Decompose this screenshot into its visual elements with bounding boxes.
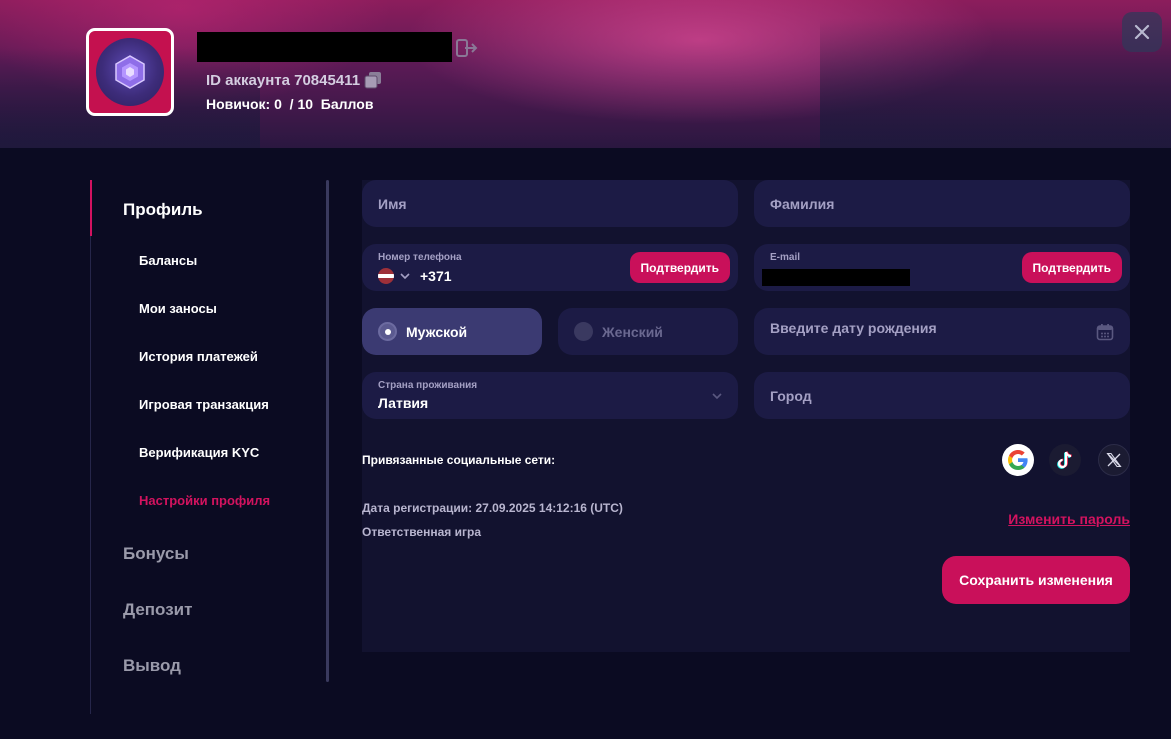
city-field[interactable]: Город xyxy=(754,372,1130,419)
save-changes-button[interactable]: Сохранить изменения xyxy=(942,556,1130,604)
sidebar-divider xyxy=(90,180,91,714)
latvia-flag-icon xyxy=(378,268,394,284)
avatar xyxy=(86,28,174,116)
sidebar-active-indicator xyxy=(90,180,92,236)
logout-icon[interactable] xyxy=(456,38,478,58)
chevron-down-icon xyxy=(712,393,722,400)
phone-field[interactable]: Номер телефона +371 Подтвердить xyxy=(362,244,738,291)
sidebar-item-kyc[interactable]: Верификация KYC xyxy=(139,445,259,460)
phone-label: Номер телефона xyxy=(378,252,462,263)
registration-date: Дата регистрации: 27.09.2025 14:12:16 (U… xyxy=(362,501,623,515)
sidebar-item-my-wins[interactable]: Мои заносы xyxy=(139,301,217,316)
profile-settings-panel: Имя Фамилия Номер телефона +371 Подтверд… xyxy=(362,180,1130,652)
header-scenery-right xyxy=(820,18,1171,148)
phone-code: +371 xyxy=(420,268,452,284)
chevron-down-icon xyxy=(400,273,410,280)
account-id: ID аккаунта 70845411 xyxy=(206,71,382,89)
email-value-redacted xyxy=(762,269,910,286)
account-id-text: ID аккаунта 70845411 xyxy=(206,71,361,89)
country-value: Латвия xyxy=(378,395,429,411)
birthdate-field[interactable]: Введите дату рождения xyxy=(754,308,1130,355)
linked-social-label: Привязанные социальные сети: xyxy=(362,453,556,467)
sidebar-item-profile-settings[interactable]: Настройки профиля xyxy=(139,493,270,508)
first-name-placeholder: Имя xyxy=(378,196,407,212)
radio-unselected-icon xyxy=(574,322,593,341)
email-field[interactable]: E-mail Подтвердить xyxy=(754,244,1130,291)
country-select[interactable]: Страна проживания Латвия xyxy=(362,372,738,419)
responsible-game-link[interactable]: Ответственная игра xyxy=(362,525,481,539)
calendar-icon[interactable] xyxy=(1096,323,1114,341)
birthdate-placeholder: Введите дату рождения xyxy=(770,320,937,336)
sidebar-item-balances[interactable]: Балансы xyxy=(139,253,197,268)
sidebar-item-game-transactions[interactable]: Игровая транзакция xyxy=(139,397,269,412)
gem-icon xyxy=(115,55,145,89)
google-icon[interactable] xyxy=(1002,444,1034,476)
phone-confirm-button[interactable]: Подтвердить xyxy=(629,252,730,283)
tiktok-icon[interactable] xyxy=(1049,444,1081,476)
gender-male-option[interactable]: Мужской xyxy=(362,308,542,355)
country-label: Страна проживания xyxy=(378,380,478,391)
change-password-link[interactable]: Изменить пароль xyxy=(1008,511,1130,527)
city-placeholder: Город xyxy=(770,388,812,404)
sidebar-item-profile[interactable]: Профиль xyxy=(123,200,203,220)
email-confirm-button[interactable]: Подтвердить xyxy=(1021,252,1122,283)
x-icon[interactable] xyxy=(1098,444,1130,476)
loyalty-level: Новичок: 0 / 10 Баллов xyxy=(206,96,374,112)
gender-female-label: Женский xyxy=(602,323,663,340)
email-label: E-mail xyxy=(770,252,801,263)
username-redacted xyxy=(197,32,452,62)
phone-country-selector[interactable]: +371 xyxy=(378,268,452,284)
sidebar: Профиль Балансы Мои заносы История плате… xyxy=(90,180,330,714)
last-name-placeholder: Фамилия xyxy=(770,196,835,212)
avatar-badge xyxy=(96,38,164,106)
sidebar-scrollbar[interactable] xyxy=(326,180,329,682)
gender-female-option[interactable]: Женский xyxy=(558,308,738,355)
profile-header: ID аккаунта 70845411 Новичок: 0 / 10 Бал… xyxy=(0,0,1171,148)
close-button[interactable] xyxy=(1122,12,1162,52)
sidebar-item-withdrawal[interactable]: Вывод xyxy=(123,656,181,676)
sidebar-item-deposit[interactable]: Депозит xyxy=(123,600,192,620)
sidebar-item-payment-history[interactable]: История платежей xyxy=(139,349,258,364)
copy-icon[interactable] xyxy=(364,71,382,89)
close-icon xyxy=(1134,24,1150,40)
gender-male-label: Мужской xyxy=(406,323,468,340)
first-name-field[interactable]: Имя xyxy=(362,180,738,227)
radio-selected-icon xyxy=(378,322,397,341)
sidebar-item-bonuses[interactable]: Бонусы xyxy=(123,544,189,564)
last-name-field[interactable]: Фамилия xyxy=(754,180,1130,227)
